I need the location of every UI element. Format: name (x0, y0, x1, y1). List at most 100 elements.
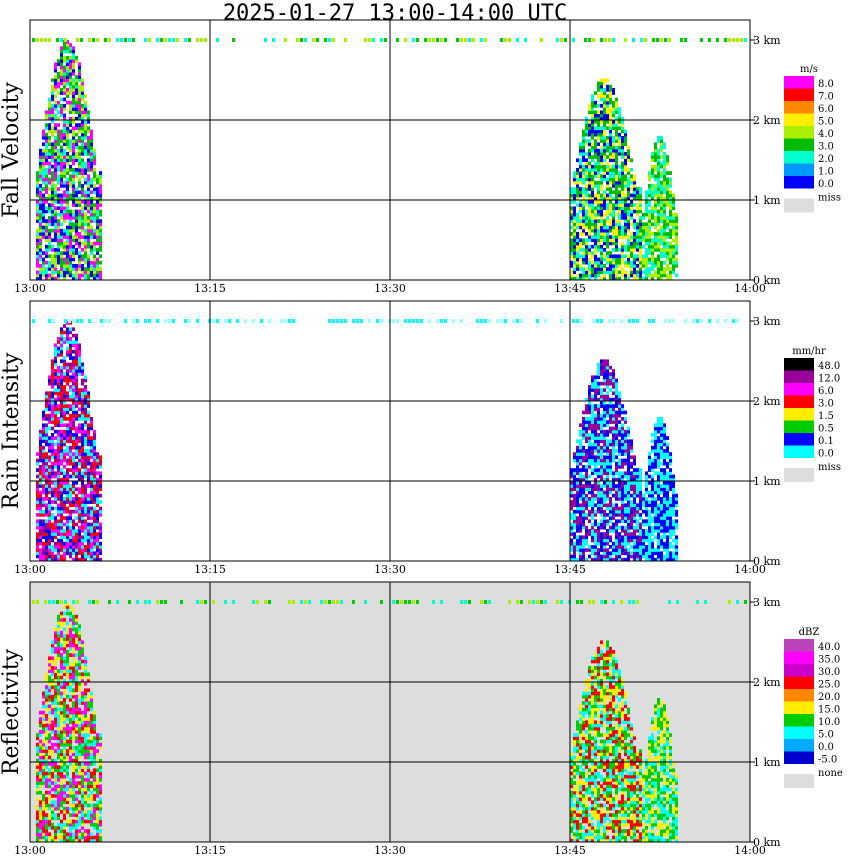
echo-pixel (96, 458, 99, 463)
echo-pixel (654, 260, 657, 265)
band-pixel (164, 319, 167, 323)
echo-pixel (66, 535, 69, 540)
echo-pixel (615, 155, 618, 159)
echo-pixel (81, 442, 84, 447)
echo-pixel (612, 145, 615, 150)
echo-pixel (36, 248, 39, 252)
echo-pixel (660, 203, 663, 207)
echo-pixel (618, 497, 621, 501)
echo-pixel (60, 346, 63, 351)
echo-pixel (657, 184, 660, 188)
echo-pixel (66, 232, 69, 236)
echo-pixel (606, 228, 609, 233)
echo-pixel (654, 481, 657, 485)
echo-pixel (636, 273, 639, 278)
echo-pixel (39, 445, 42, 450)
band-pixel (396, 38, 399, 42)
band-pixel (696, 319, 699, 323)
echo-pixel (66, 209, 69, 214)
colorbar-swatch (784, 76, 814, 89)
echo-pixel (573, 468, 576, 472)
echo-pixel (612, 174, 615, 179)
echo-pixel (594, 171, 597, 175)
echo-pixel (63, 372, 66, 376)
echo-pixel (651, 525, 654, 530)
echo-pixel (672, 251, 675, 255)
echo-pixel (99, 532, 102, 536)
echo-pixel (579, 439, 582, 444)
echo-pixel (600, 158, 603, 163)
echo-pixel (651, 164, 654, 169)
echo-pixel (60, 439, 63, 444)
echo-pixel (621, 493, 624, 498)
echo-pixel (606, 97, 609, 102)
echo-pixel (45, 535, 48, 540)
echo-pixel (657, 187, 660, 191)
echo-pixel (618, 148, 621, 153)
echo-pixel (615, 260, 618, 265)
echo-pixel (621, 228, 624, 233)
echo-pixel (663, 235, 666, 239)
echo-pixel (639, 267, 642, 271)
echo-pixel (42, 455, 45, 460)
echo-pixel (93, 535, 96, 540)
echo-pixel (66, 187, 69, 191)
echo-pixel (615, 506, 618, 511)
echo-pixel (660, 254, 663, 259)
echo-pixel (660, 232, 663, 236)
echo-pixel (63, 248, 66, 252)
echo-pixel (51, 84, 54, 89)
echo-pixel (42, 554, 45, 559)
echo-pixel (579, 216, 582, 220)
echo-pixel (654, 548, 657, 552)
echo-pixel (618, 391, 621, 396)
echo-pixel (66, 200, 69, 204)
echo-pixel (588, 407, 591, 412)
echo-pixel (600, 180, 603, 185)
echo-pixel (78, 91, 81, 95)
echo-pixel (48, 487, 51, 492)
echo-pixel (54, 522, 57, 527)
echo-pixel (594, 513, 597, 517)
echo-pixel (39, 433, 42, 437)
echo-pixel (606, 359, 609, 364)
echo-pixel (84, 410, 87, 415)
echo-pixel (57, 81, 60, 86)
echo-pixel (582, 541, 585, 546)
echo-pixel (36, 519, 39, 524)
echo-pixel (612, 417, 615, 421)
echo-pixel (93, 529, 96, 533)
echo-pixel (624, 417, 627, 421)
echo-pixel (585, 273, 588, 278)
echo-pixel (81, 369, 84, 373)
echo-pixel (36, 244, 39, 249)
echo-pixel (75, 212, 78, 217)
echo-pixel (63, 423, 66, 428)
echo-pixel (648, 513, 651, 517)
echo-pixel (75, 251, 78, 255)
echo-pixel (660, 474, 663, 479)
echo-pixel (621, 139, 624, 143)
echo-pixel (54, 136, 57, 140)
echo-pixel (48, 391, 51, 396)
echo-pixel (672, 509, 675, 514)
echo-pixel (606, 381, 609, 386)
echo-pixel (78, 136, 81, 140)
echo-pixel (627, 429, 630, 434)
echo-pixel (579, 148, 582, 153)
echo-pixel (660, 136, 663, 140)
echo-pixel (87, 206, 90, 211)
echo-pixel (36, 241, 39, 246)
echo-pixel (72, 420, 75, 424)
echo-pixel (54, 107, 57, 111)
echo-pixel (639, 264, 642, 268)
echo-pixel (606, 113, 609, 118)
echo-pixel (594, 241, 597, 246)
echo-pixel (606, 120, 609, 124)
echo-pixel (621, 155, 624, 159)
echo-pixel (621, 168, 624, 172)
echo-pixel (585, 120, 588, 124)
echo-pixel (84, 429, 87, 434)
echo-pixel (624, 139, 627, 143)
echo-pixel (639, 554, 642, 559)
